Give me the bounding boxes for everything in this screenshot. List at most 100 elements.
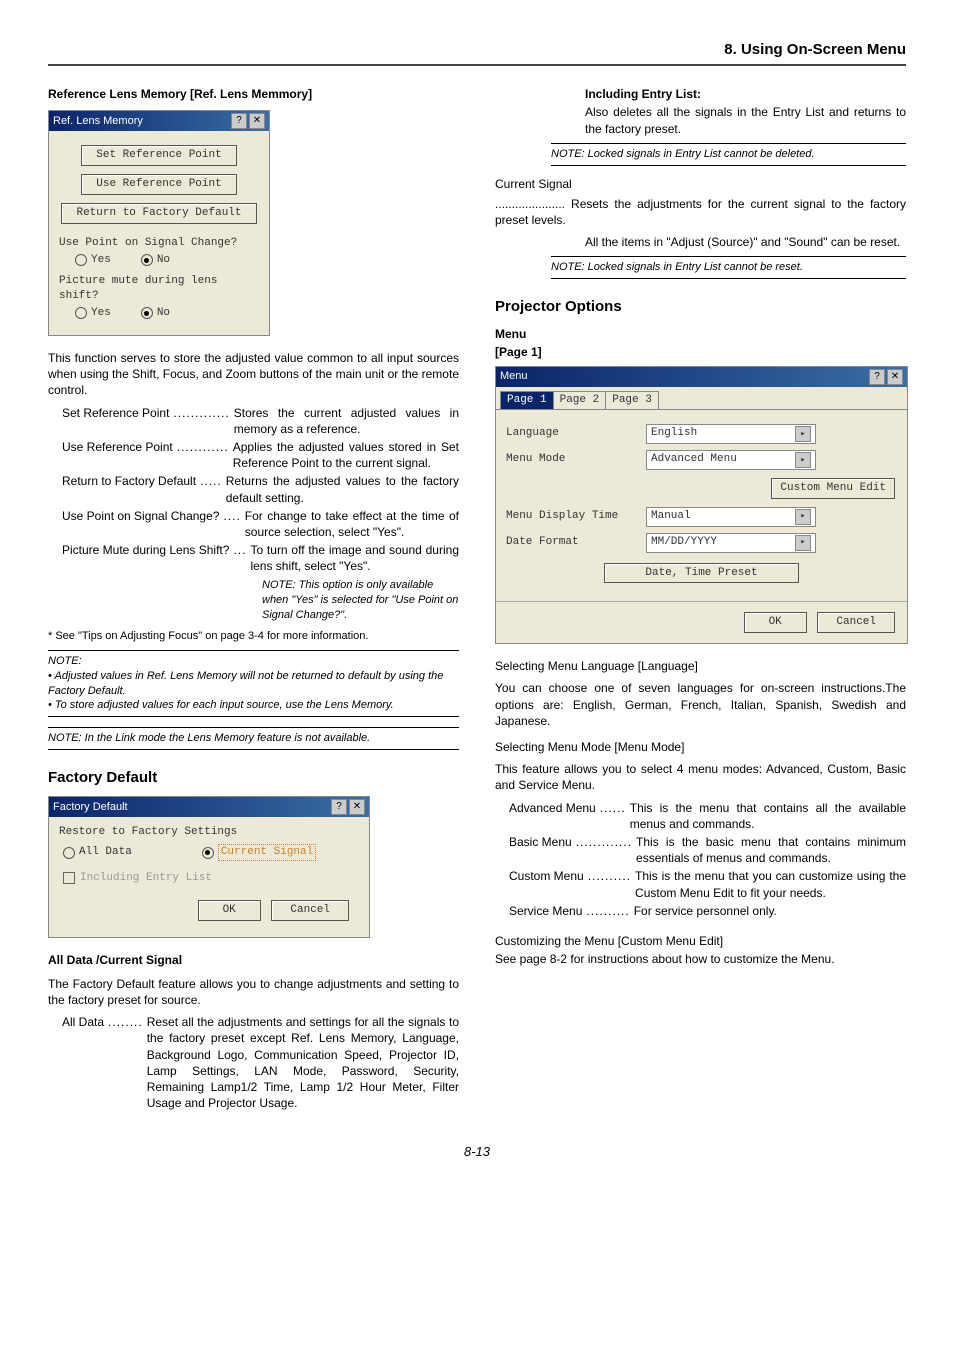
custom-menu-head: Customizing the Menu [Custom Menu Edit] — [495, 933, 906, 949]
mode-section-desc: This feature allows you to select 4 menu… — [495, 761, 906, 793]
def-term: All Data — [62, 1014, 104, 1111]
def-term: Return to Factory Default — [62, 473, 196, 505]
ref-lens-heading: Reference Lens Memory [Ref. Lens Memmory… — [48, 86, 459, 102]
use-point-yes-radio[interactable]: Yes — [75, 253, 111, 268]
all-data-subheading: All Data /Current Signal — [48, 952, 459, 968]
mute-yes-radio[interactable]: Yes — [75, 306, 111, 321]
def-term: Use Point on Signal Change? — [62, 508, 219, 540]
definition-list: Set Reference Point.............Stores t… — [62, 405, 459, 623]
dialog-titlebar: Factory Default ? ✕ — [49, 797, 369, 817]
factory-default-heading: Factory Default — [48, 768, 459, 788]
def-term: Service Menu — [509, 903, 582, 919]
picture-mute-question: Picture mute during lens shift? — [59, 274, 259, 304]
language-label: Language — [506, 426, 646, 441]
use-point-question: Use Point on Signal Change? — [59, 236, 259, 251]
mute-no-radio[interactable]: No — [141, 306, 170, 321]
close-icon[interactable]: ✕ — [349, 799, 365, 815]
date-time-preset-button[interactable]: Date, Time Preset — [604, 563, 798, 584]
all-data-radio[interactable]: All Data — [63, 844, 132, 861]
including-entry-desc: Also deletes all the signals in the Entr… — [585, 104, 906, 136]
def-desc: To turn off the image and sound during l… — [250, 542, 459, 574]
dialog-title: Menu — [500, 369, 528, 384]
menu-subheading: Menu — [495, 326, 906, 342]
current-signal-desc2: All the items in "Adjust (Source)" and "… — [585, 234, 906, 250]
ok-button[interactable]: OK — [198, 900, 261, 921]
def-term: Picture Mute during Lens Shift? — [62, 542, 229, 574]
custom-menu-edit-button[interactable]: Custom Menu Edit — [771, 478, 895, 499]
def-desc: For change to take effect at the time of… — [245, 508, 459, 540]
restore-label: Restore to Factory Settings — [59, 825, 359, 840]
right-column: Including Entry List: Also deletes all t… — [495, 86, 906, 1113]
picture-mute-note: NOTE: This option is only available when… — [262, 578, 459, 623]
def-desc: This is the menu that contains all the a… — [630, 800, 906, 832]
return-default-button[interactable]: Return to Factory Default — [61, 203, 256, 224]
note-block: NOTE: • Adjusted values in Ref. Lens Mem… — [48, 650, 459, 717]
projector-options-heading: Projector Options — [495, 297, 906, 317]
display-time-label: Menu Display Time — [506, 509, 646, 524]
def-term: Basic Menu — [509, 834, 572, 866]
def-desc: Returns the adjusted values to the facto… — [226, 473, 459, 505]
current-signal-radio[interactable]: Current Signal — [202, 844, 316, 861]
def-term: Custom Menu — [509, 868, 584, 900]
language-combo[interactable]: English▸ — [646, 424, 816, 444]
def-desc: This is the basic menu that contains min… — [636, 834, 906, 866]
dropdown-icon: ▸ — [795, 426, 811, 442]
note-line: • Adjusted values in Ref. Lens Memory wi… — [48, 669, 459, 699]
def-desc: Reset all the adjustments and settings f… — [147, 1014, 459, 1111]
current-signal-label: Current Signal — [495, 176, 906, 192]
note-label: NOTE: — [48, 654, 459, 669]
menu-dialog: Menu ? ✕ Page 1 Page 2 Page 3 Language E… — [495, 366, 908, 644]
dialog-titlebar: Ref. Lens Memory ? ✕ — [49, 111, 269, 131]
ok-button[interactable]: OK — [744, 612, 807, 633]
dialog-title: Ref. Lens Memory — [53, 114, 143, 129]
menu-mode-label: Menu Mode — [506, 452, 646, 467]
date-format-label: Date Format — [506, 535, 646, 550]
set-ref-button[interactable]: Set Reference Point — [81, 145, 236, 166]
date-format-combo[interactable]: MM/DD/YYYY▸ — [646, 533, 816, 553]
def-desc: Stores the current adjusted values in me… — [234, 405, 459, 437]
def-term: Use Reference Point — [62, 439, 173, 471]
mode-section-head: Selecting Menu Mode [Menu Mode] — [495, 739, 906, 755]
page-header: 8. Using On-Screen Menu — [48, 40, 906, 66]
including-entry-heading: Including Entry List: — [585, 86, 906, 102]
tab-page3[interactable]: Page 3 — [605, 391, 659, 409]
close-icon[interactable]: ✕ — [887, 369, 903, 385]
dropdown-icon: ▸ — [795, 509, 811, 525]
note-line: • To store adjusted values for each inpu… — [48, 698, 459, 713]
entry-reset-note: NOTE: Locked signals in Entry List canno… — [551, 256, 906, 279]
ref-lens-dialog: Ref. Lens Memory ? ✕ Set Reference Point… — [48, 110, 270, 336]
def-desc: This is the menu that you can customize … — [635, 868, 906, 900]
custom-menu-desc: See page 8-2 for instructions about how … — [495, 951, 906, 967]
entry-delete-note: NOTE: Locked signals in Entry List canno… — [551, 143, 906, 166]
left-column: Reference Lens Memory [Ref. Lens Memmory… — [48, 86, 459, 1113]
footnote-star: * See "Tips on Adjusting Focus" on page … — [48, 629, 459, 644]
dialog-title: Factory Default — [53, 800, 128, 815]
menu-mode-combo[interactable]: Advanced Menu▸ — [646, 450, 816, 470]
link-mode-note: NOTE: In the Link mode the Lens Memory f… — [48, 727, 459, 750]
dialog-titlebar: Menu ? ✕ — [496, 367, 907, 387]
cancel-button[interactable]: Cancel — [271, 900, 349, 921]
cancel-button[interactable]: Cancel — [817, 612, 895, 633]
def-term: Advanced Menu — [509, 800, 596, 832]
factory-default-dialog: Factory Default ? ✕ Restore to Factory S… — [48, 796, 370, 937]
use-ref-button[interactable]: Use Reference Point — [81, 174, 236, 195]
ref-lens-description: This function serves to store the adjust… — [48, 350, 459, 399]
dropdown-icon: ▸ — [795, 535, 811, 551]
def-term: Set Reference Point — [62, 405, 169, 437]
tab-page1[interactable]: Page 1 — [500, 391, 554, 409]
two-column-layout: Reference Lens Memory [Ref. Lens Memmory… — [48, 86, 906, 1113]
dropdown-icon: ▸ — [795, 452, 811, 468]
def-desc: For service personnel only. — [634, 903, 906, 919]
factory-default-description: The Factory Default feature allows you t… — [48, 976, 459, 1008]
display-time-combo[interactable]: Manual▸ — [646, 507, 816, 527]
def-desc: Applies the adjusted values stored in Se… — [233, 439, 459, 471]
help-icon[interactable]: ? — [231, 113, 247, 129]
dots: ..................... — [495, 197, 565, 211]
use-point-no-radio[interactable]: No — [141, 253, 170, 268]
help-icon[interactable]: ? — [331, 799, 347, 815]
lang-section-desc: You can choose one of seven languages fo… — [495, 680, 906, 729]
include-entry-checkbox: Including Entry List — [63, 871, 212, 886]
help-icon[interactable]: ? — [869, 369, 885, 385]
close-icon[interactable]: ✕ — [249, 113, 265, 129]
tab-page2[interactable]: Page 2 — [553, 391, 607, 409]
